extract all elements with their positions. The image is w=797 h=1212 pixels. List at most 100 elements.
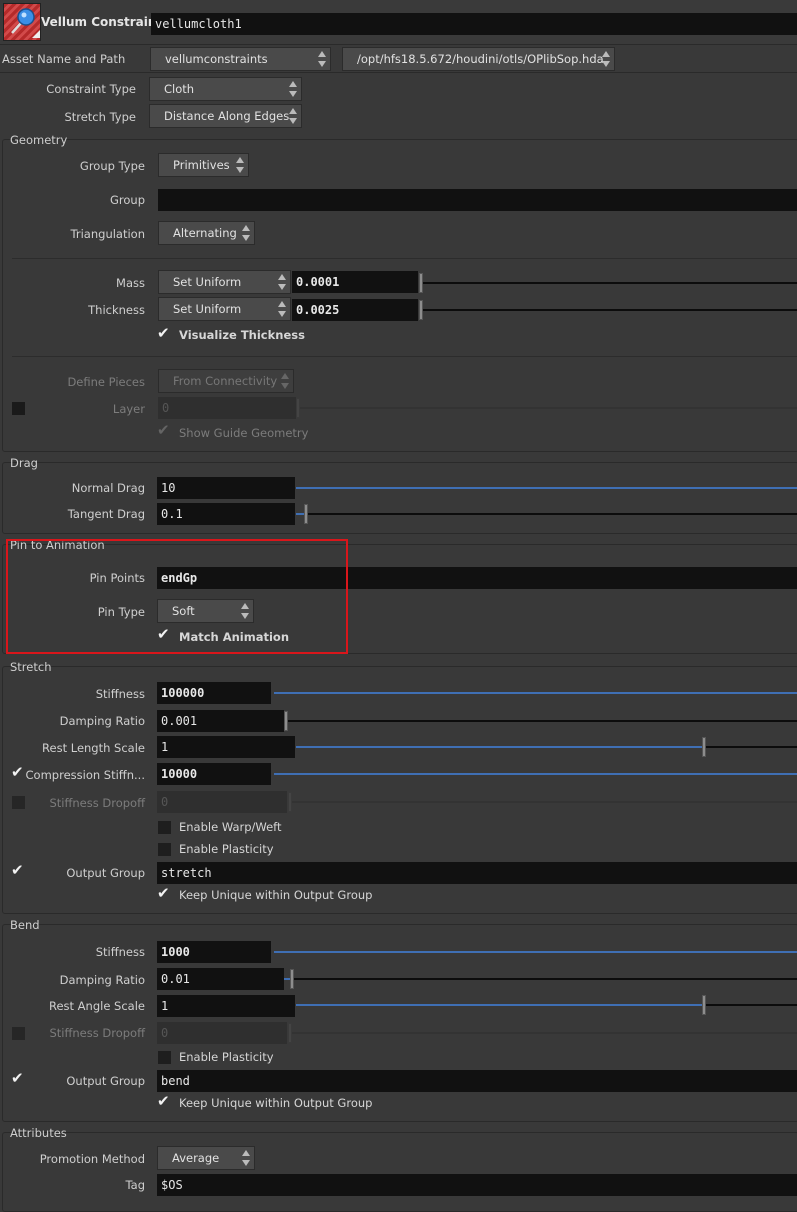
stretch-stiffness-field[interactable]: 100000 bbox=[157, 682, 271, 704]
tangent-drag-field[interactable]: 0.1 bbox=[157, 503, 295, 525]
mass-field[interactable]: 0.0001 bbox=[292, 271, 418, 293]
constraint-type-value: Cloth bbox=[164, 82, 195, 96]
group-field[interactable] bbox=[158, 189, 797, 211]
define-pieces-label: Define Pieces bbox=[67, 375, 145, 389]
slider-handle[interactable] bbox=[290, 969, 294, 989]
geometry-title[interactable]: Geometry bbox=[10, 133, 67, 147]
highlight-box bbox=[6, 539, 348, 654]
show-guide-checkbox[interactable]: ✔ bbox=[157, 421, 171, 439]
define-pieces-menu[interactable]: From Connectivity bbox=[158, 369, 294, 393]
slider-handle[interactable] bbox=[702, 995, 706, 1015]
bend-dropoff-label: Stiffness Dropoff bbox=[49, 1026, 145, 1040]
slider-handle[interactable] bbox=[288, 1023, 292, 1043]
stretch-plasticity-label: Enable Plasticity bbox=[179, 842, 274, 856]
checkmark-icon: ✔ bbox=[157, 421, 170, 439]
bend-output-toggle[interactable]: ✔ bbox=[11, 1071, 25, 1087]
group-label: Group bbox=[109, 193, 145, 207]
bend-dropoff-field[interactable]: 0 bbox=[157, 1022, 287, 1044]
compression-label: Compression Stiffn... bbox=[25, 768, 145, 782]
bend-unique-label: Keep Unique within Output Group bbox=[179, 1096, 373, 1110]
slider-fill bbox=[274, 773, 797, 775]
stretch-output-label: Output Group bbox=[66, 866, 145, 880]
bend-plasticity-checkbox[interactable] bbox=[158, 1051, 171, 1064]
stretch-output-field[interactable]: stretch bbox=[157, 862, 797, 884]
drag-title[interactable]: Drag bbox=[10, 456, 38, 470]
bend-unique-checkbox[interactable]: ✔ bbox=[157, 1094, 171, 1110]
stretch-dropoff-slider[interactable] bbox=[288, 792, 797, 812]
stretch-type-menu[interactable]: Distance Along Edges bbox=[149, 104, 302, 128]
stretch-unique-checkbox[interactable]: ✔ bbox=[157, 886, 171, 902]
updown-arrows-icon bbox=[289, 81, 298, 97]
triangulation-menu[interactable]: Alternating bbox=[158, 221, 255, 245]
attributes-title[interactable]: Attributes bbox=[10, 1126, 67, 1140]
bend-damping-field[interactable]: 0.01 bbox=[157, 968, 284, 990]
normal-drag-field[interactable]: 10 bbox=[157, 477, 295, 499]
tangent-drag-slider[interactable] bbox=[296, 504, 797, 524]
bend-damping-slider[interactable] bbox=[284, 969, 797, 989]
promotion-menu[interactable]: Average bbox=[157, 1146, 255, 1170]
slider-handle[interactable] bbox=[419, 300, 423, 320]
stretch-type-label: Stretch Type bbox=[64, 110, 136, 124]
thickness-mode-value: Set Uniform bbox=[173, 302, 242, 316]
rest-length-field[interactable]: 1 bbox=[157, 736, 295, 758]
rest-angle-slider[interactable] bbox=[296, 995, 797, 1015]
group-type-menu[interactable]: Primitives bbox=[158, 153, 249, 177]
layer-toggle[interactable] bbox=[12, 402, 25, 415]
asset-name-menu[interactable]: vellumconstraints bbox=[150, 47, 331, 71]
slider-handle[interactable] bbox=[419, 273, 423, 293]
tag-field[interactable]: $OS bbox=[157, 1174, 797, 1196]
stretch-dropoff-field[interactable]: 0 bbox=[157, 791, 287, 813]
show-guide-label: Show Guide Geometry bbox=[179, 426, 309, 440]
visualize-thickness-checkbox[interactable]: ✔ bbox=[157, 326, 171, 342]
slider-handle[interactable] bbox=[304, 504, 308, 524]
header-divider bbox=[0, 44, 797, 45]
pin-icon bbox=[11, 8, 40, 38]
bend-dropoff-slider[interactable] bbox=[288, 1023, 797, 1043]
layer-field[interactable]: 0 bbox=[158, 397, 296, 419]
bend-dropoff-toggle[interactable] bbox=[12, 1027, 25, 1040]
mass-slider[interactable] bbox=[419, 273, 797, 293]
stretch-damping-slider[interactable] bbox=[284, 711, 797, 731]
stretch-title[interactable]: Stretch bbox=[10, 660, 51, 674]
thickness-slider[interactable] bbox=[419, 300, 797, 320]
slider-handle[interactable] bbox=[702, 737, 706, 757]
slider-handle[interactable] bbox=[296, 398, 300, 418]
thickness-label: Thickness bbox=[88, 303, 145, 317]
layer-slider[interactable] bbox=[296, 398, 797, 418]
mass-mode-menu[interactable]: Set Uniform bbox=[158, 270, 291, 294]
warp-weft-checkbox[interactable] bbox=[158, 821, 171, 834]
checkmark-icon: ✔ bbox=[11, 861, 24, 879]
bend-stiffness-field[interactable]: 1000 bbox=[157, 941, 271, 963]
stretch-dropoff-toggle[interactable] bbox=[12, 796, 25, 809]
promotion-value: Average bbox=[172, 1151, 220, 1165]
thickness-field[interactable]: 0.0025 bbox=[292, 299, 418, 321]
stretch-output-toggle[interactable]: ✔ bbox=[11, 861, 25, 879]
slider-handle[interactable] bbox=[288, 792, 292, 812]
asset-path-menu[interactable]: /opt/hfs18.5.672/houdini/otls/OPlibSop.h… bbox=[342, 47, 615, 71]
bend-stiffness-slider[interactable] bbox=[274, 951, 797, 953]
compression-toggle[interactable]: ✔ bbox=[11, 765, 25, 781]
compression-slider[interactable] bbox=[274, 773, 797, 775]
rest-angle-field[interactable]: 1 bbox=[157, 995, 295, 1017]
asset-name-value: vellumconstraints bbox=[165, 52, 268, 66]
constraint-type-menu[interactable]: Cloth bbox=[149, 77, 302, 101]
mass-mode-value: Set Uniform bbox=[173, 275, 242, 289]
bend-output-field[interactable]: bend bbox=[157, 1070, 797, 1092]
slider-fill bbox=[296, 746, 704, 748]
thickness-mode-menu[interactable]: Set Uniform bbox=[158, 297, 291, 321]
warp-weft-label: Enable Warp/Weft bbox=[179, 820, 282, 834]
visualize-thickness-label: Visualize Thickness bbox=[179, 328, 305, 342]
stretch-plasticity-checkbox[interactable] bbox=[158, 843, 171, 856]
stretch-damping-field[interactable]: 0.001 bbox=[157, 710, 284, 732]
stretch-stiffness-slider[interactable] bbox=[274, 692, 797, 694]
normal-drag-slider[interactable] bbox=[296, 487, 797, 489]
group-type-value: Primitives bbox=[173, 158, 230, 172]
slider-fill bbox=[296, 487, 797, 489]
node-type-icon[interactable] bbox=[3, 3, 41, 41]
slider-handle[interactable] bbox=[284, 711, 288, 731]
bend-title[interactable]: Bend bbox=[10, 918, 40, 932]
node-name-field[interactable]: vellumcloth1 bbox=[151, 13, 797, 35]
updown-arrows-icon bbox=[242, 1150, 251, 1166]
rest-length-slider[interactable] bbox=[296, 737, 797, 757]
compression-field[interactable]: 10000 bbox=[157, 763, 271, 785]
